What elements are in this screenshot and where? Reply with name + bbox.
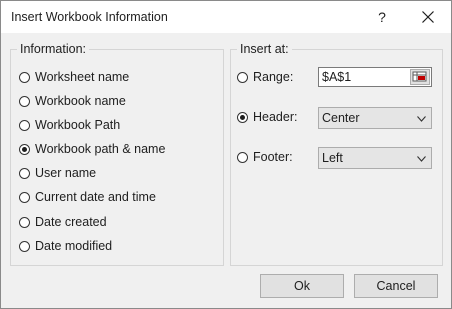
radio-icon	[19, 191, 30, 203]
chevron-down-icon	[417, 116, 426, 122]
header-position-select[interactable]: Center	[318, 107, 432, 129]
range-select-icon	[412, 71, 427, 82]
range-selector-button[interactable]	[410, 69, 430, 85]
help-button[interactable]: ?	[367, 4, 397, 30]
radio-icon	[19, 71, 30, 83]
option-workbook-name[interactable]: Workbook name	[19, 92, 126, 110]
radio-icon	[237, 71, 248, 83]
information-group: Information: Worksheet name Workbook nam…	[10, 42, 224, 266]
chevron-down-icon	[417, 156, 426, 162]
radio-icon	[19, 119, 30, 131]
footer-position-value: Left	[322, 151, 343, 165]
cancel-button[interactable]: Cancel	[354, 274, 438, 298]
option-date-modified[interactable]: Date modified	[19, 237, 112, 255]
radio-icon	[19, 216, 30, 228]
option-label: Date modified	[35, 239, 113, 253]
option-header[interactable]: Header:	[237, 108, 297, 126]
option-footer[interactable]: Footer:	[237, 148, 293, 166]
footer-position-select[interactable]: Left	[318, 147, 432, 169]
insert-at-group: Insert at: Range: $A$1 Header: Center Fo…	[230, 42, 443, 266]
option-user-name[interactable]: User name	[19, 164, 96, 182]
range-input[interactable]: $A$1	[318, 67, 432, 87]
option-date-created[interactable]: Date created	[19, 213, 107, 231]
insert-at-legend: Insert at:	[237, 42, 292, 56]
option-current-date-and-time[interactable]: Current date and time	[19, 188, 156, 206]
information-legend: Information:	[17, 42, 90, 56]
option-workbook-path-and-name[interactable]: Workbook path & name	[19, 140, 165, 158]
ok-button[interactable]: Ok	[260, 274, 344, 298]
option-label: Footer:	[253, 150, 293, 164]
close-icon	[422, 11, 434, 23]
option-label: Worksheet name	[35, 70, 130, 84]
option-worksheet-name[interactable]: Worksheet name	[19, 68, 129, 86]
option-label: Header:	[253, 110, 298, 124]
option-workbook-path[interactable]: Workbook Path	[19, 116, 120, 134]
dialog-title: Insert Workbook Information	[11, 10, 168, 24]
option-label: Workbook path & name	[35, 142, 166, 156]
range-value: $A$1	[322, 70, 352, 84]
radio-icon	[19, 167, 30, 179]
option-label: Workbook name	[35, 94, 126, 108]
radio-icon	[19, 95, 30, 107]
option-range[interactable]: Range:	[237, 68, 293, 86]
option-label: Date created	[35, 215, 107, 229]
close-button[interactable]	[411, 4, 445, 30]
option-label: User name	[35, 166, 97, 180]
header-position-value: Center	[322, 111, 360, 125]
option-label: Range:	[253, 70, 294, 84]
radio-checked-icon	[237, 111, 248, 123]
option-label: Workbook Path	[35, 118, 121, 132]
insert-workbook-information-dialog: Insert Workbook Information ? Informatio…	[0, 0, 452, 309]
radio-icon	[237, 151, 248, 163]
radio-checked-icon	[19, 143, 30, 155]
radio-icon	[19, 240, 30, 252]
title-bar: Insert Workbook Information ?	[1, 1, 451, 33]
option-label: Current date and time	[35, 190, 156, 204]
